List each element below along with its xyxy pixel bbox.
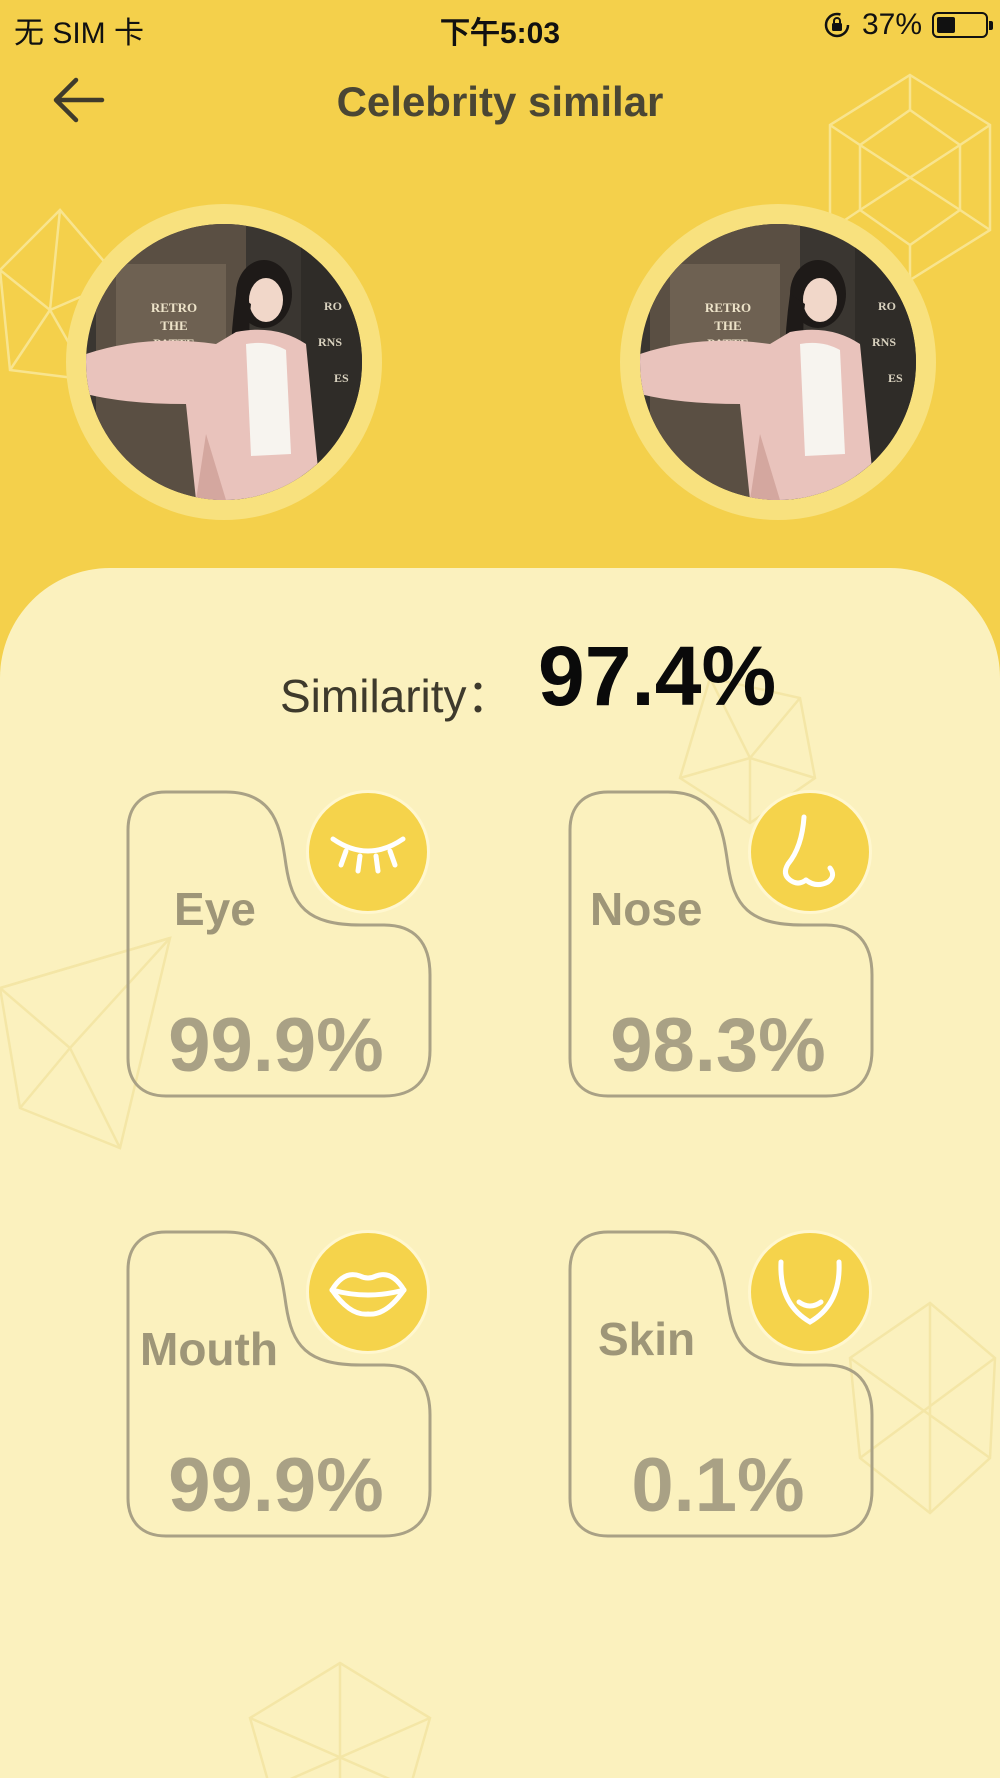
- battery-icon: [932, 12, 993, 38]
- celebrity-photo-frame: RETRO THE PATTE RO RNS ES: [620, 204, 936, 520]
- feature-label: Eye: [174, 883, 256, 935]
- user-photo-frame: RETRO THE PATTE RO RNS ES: [66, 204, 382, 520]
- similarity-value: 97.4%: [538, 629, 777, 723]
- skin-icon-badge: [748, 1230, 872, 1354]
- rotation-lock-icon: [824, 12, 850, 38]
- sign-text: RNS: [872, 335, 896, 349]
- feature-value: 98.3%: [610, 1003, 826, 1088]
- feature-value: 0.1%: [631, 1443, 805, 1528]
- navigation-bar: Celebrity similar: [0, 60, 1000, 140]
- feature-card-eye: Eye 99.9%: [126, 790, 436, 1100]
- sign-text: RO: [324, 299, 342, 313]
- similarity-label: Similarity：: [280, 670, 513, 722]
- feature-label: Mouth: [140, 1323, 278, 1375]
- sign-text: THE: [714, 318, 741, 333]
- nose-icon: [782, 814, 836, 888]
- feature-card-nose: Nose 98.3%: [568, 790, 878, 1100]
- result-panel: Similarity： 97.4% Eye 99.9% Nose 98.3% M…: [0, 568, 1000, 1778]
- sign-text: RETRO: [705, 300, 751, 315]
- feature-label: Nose: [590, 883, 703, 935]
- geometric-decoration-icon: [248, 1661, 432, 1778]
- user-photo[interactable]: RETRO THE PATTE RO RNS ES: [86, 224, 362, 500]
- mouth-icon-badge: [306, 1230, 430, 1354]
- nose-icon-badge: [748, 790, 872, 914]
- feature-value: 99.9%: [168, 1443, 384, 1528]
- sign-text: RETRO: [151, 300, 197, 315]
- sign-text: ES: [888, 371, 903, 385]
- sign-text: RNS: [318, 335, 342, 349]
- eye-icon-badge: [306, 790, 430, 914]
- feature-value: 99.9%: [168, 1003, 384, 1088]
- similarity-summary: Similarity： 97.4%: [0, 628, 1000, 728]
- celebrity-photo[interactable]: RETRO THE PATTE RO RNS ES: [640, 224, 916, 500]
- page-title: Celebrity similar: [336, 78, 664, 125]
- closed-eye-icon: [330, 836, 406, 874]
- feature-card-skin: Skin 0.1%: [568, 1230, 878, 1540]
- battery-percent: 37%: [861, 8, 922, 41]
- feature-card-mouth: Mouth 99.9%: [126, 1230, 436, 1540]
- face-contour-icon: [778, 1259, 842, 1325]
- sign-text: THE: [160, 318, 187, 333]
- sign-text: RO: [878, 299, 896, 313]
- feature-label: Skin: [598, 1313, 696, 1365]
- status-bar: 无 SIM 卡 下午5:03 37%: [0, 0, 1000, 50]
- lips-icon: [329, 1272, 407, 1317]
- sign-text: ES: [334, 371, 349, 385]
- status-right: 37%: [822, 8, 993, 42]
